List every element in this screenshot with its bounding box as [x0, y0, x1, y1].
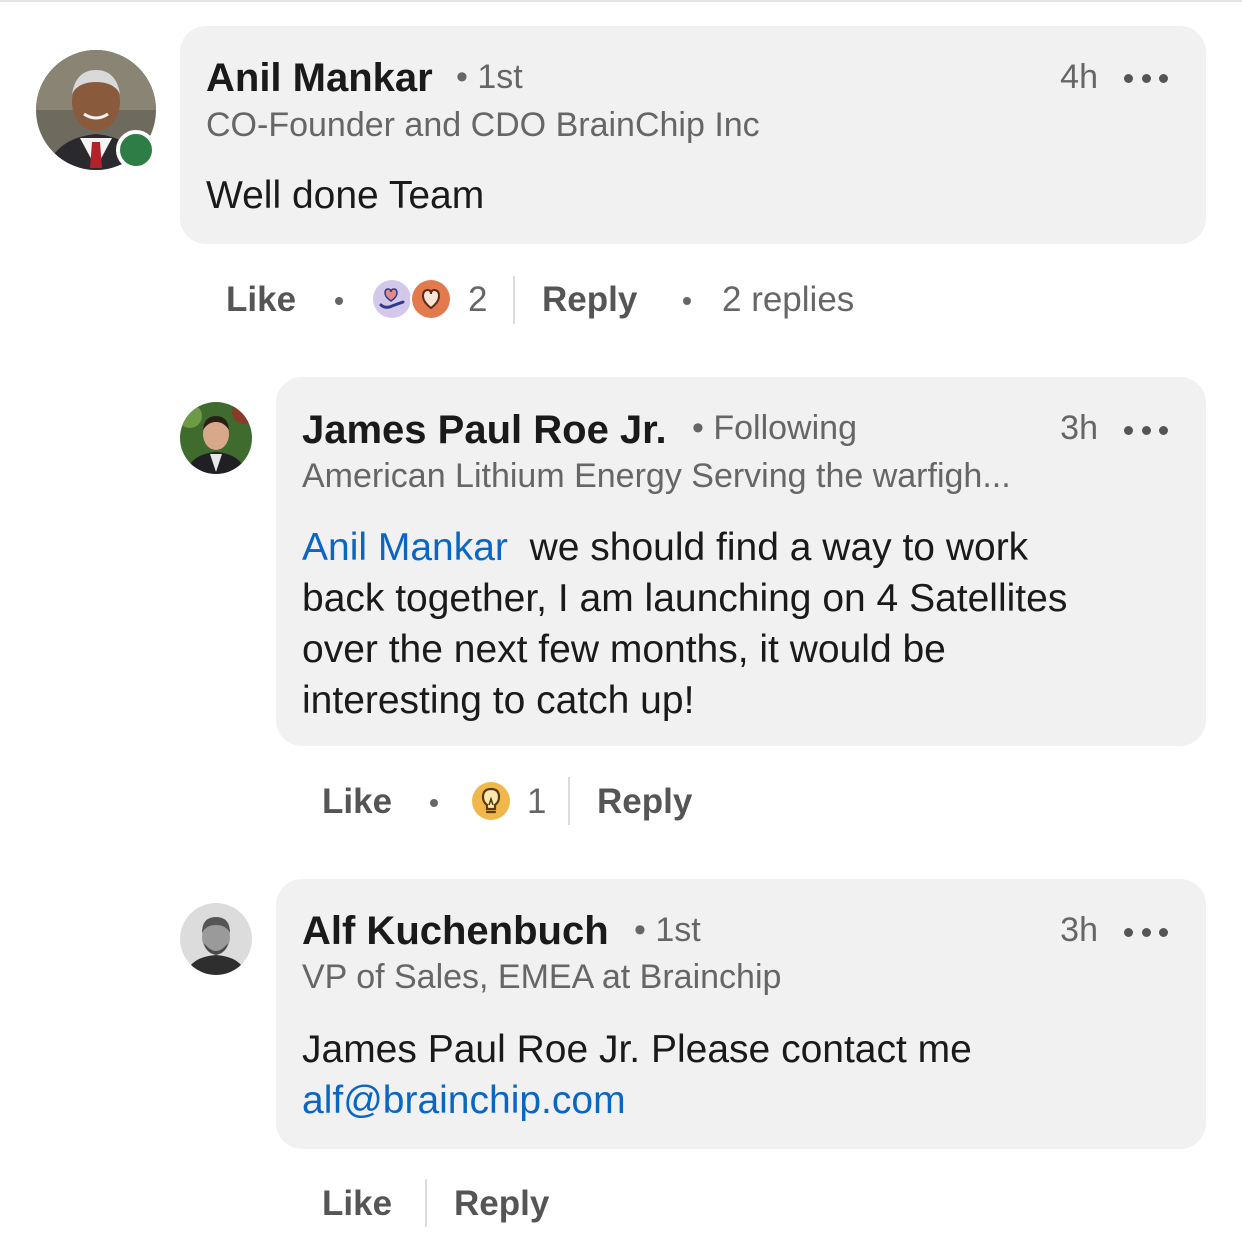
- separator-dot: [683, 297, 691, 305]
- comment-line-3: over the next few months, it would be: [302, 628, 946, 671]
- support-icon[interactable]: [372, 279, 412, 319]
- more-options-icon[interactable]: [1124, 922, 1168, 942]
- reaction-count[interactable]: 1: [527, 782, 546, 822]
- connection-degree: • 1st: [456, 58, 523, 97]
- connection-degree: • 1st: [634, 911, 701, 950]
- comment-author[interactable]: Alf Kuchenbuch: [302, 909, 609, 954]
- like-button[interactable]: Like: [226, 280, 296, 320]
- reply-button[interactable]: Reply: [597, 782, 692, 822]
- author-headline: VP of Sales, EMEA at Brainchip: [302, 958, 782, 996]
- comment-timestamp: 3h: [1060, 409, 1098, 447]
- comment-timestamp: 4h: [1060, 58, 1098, 96]
- reaction-count[interactable]: 2: [468, 280, 487, 320]
- comment-text: James Paul Roe Jr. Please contact me alf…: [302, 1024, 972, 1126]
- insightful-icon[interactable]: [470, 780, 512, 822]
- author-headline: American Lithium Energy Serving the warf…: [302, 457, 1011, 495]
- separator-dot: •: [692, 409, 714, 447]
- mention-link[interactable]: Anil Mankar: [302, 526, 508, 569]
- comment-line-1: Anil Mankar we should find a way to work: [302, 526, 1029, 569]
- comment-line-2: back together, I am launching on 4 Satel…: [302, 577, 1068, 620]
- action-divider: [513, 276, 515, 324]
- separator-dot: [430, 799, 438, 807]
- online-status-icon: [116, 130, 156, 170]
- separator-dot: [335, 297, 343, 305]
- author-headline: CO-Founder and CDO BrainChip Inc: [206, 106, 760, 144]
- degree-label: 1st: [655, 911, 701, 949]
- more-options-icon[interactable]: [1124, 420, 1168, 440]
- more-options-icon[interactable]: [1124, 68, 1168, 88]
- action-divider: [425, 1179, 427, 1227]
- following-label: Following: [713, 409, 857, 447]
- separator-dot: •: [634, 911, 656, 949]
- replies-count[interactable]: 2 replies: [722, 280, 854, 320]
- comment-text: Anil Mankar we should find a way to work…: [302, 522, 1067, 726]
- degree-label: 1st: [477, 58, 523, 96]
- reply-button[interactable]: Reply: [454, 1184, 549, 1224]
- avatar-alf-kuchenbuch[interactable]: [180, 903, 252, 975]
- connection-degree: • Following: [692, 409, 857, 448]
- separator-dot: •: [456, 58, 478, 96]
- reply-button[interactable]: Reply: [542, 280, 637, 320]
- like-button[interactable]: Like: [322, 782, 392, 822]
- comment-author[interactable]: James Paul Roe Jr.: [302, 408, 667, 453]
- top-divider: [0, 0, 1242, 2]
- action-divider: [568, 777, 570, 825]
- love-icon[interactable]: [410, 278, 452, 320]
- avatar-james-paul-roe[interactable]: [180, 402, 252, 474]
- comment-line-4: interesting to catch up!: [302, 679, 695, 722]
- comment-text: Well done Team: [206, 174, 485, 217]
- like-button[interactable]: Like: [322, 1184, 392, 1224]
- comment-line-1: James Paul Roe Jr. Please contact me: [302, 1028, 972, 1071]
- comment-timestamp: 3h: [1060, 911, 1098, 949]
- email-link[interactable]: alf@brainchip.com: [302, 1079, 626, 1122]
- comment-author[interactable]: Anil Mankar: [206, 56, 433, 101]
